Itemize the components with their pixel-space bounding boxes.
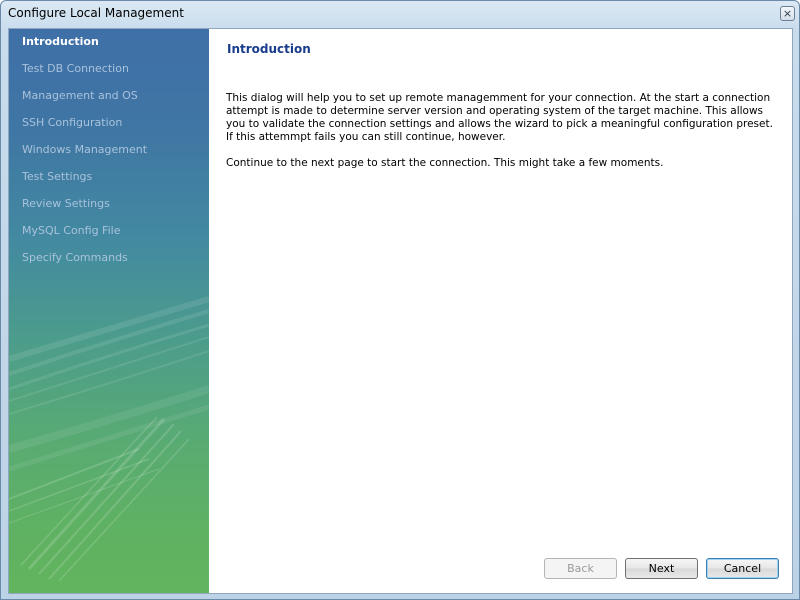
intro-description: This dialog will help you to set up remo… xyxy=(226,92,773,143)
back-button[interactable]: Back xyxy=(544,558,617,579)
sidebar-item-review-settings[interactable]: Review Settings xyxy=(22,197,110,210)
configure-local-management-window: Configure Local Management × Introductio… xyxy=(0,0,800,600)
close-icon[interactable]: × xyxy=(780,6,795,21)
sidebar-decoration xyxy=(9,296,209,582)
sidebar-item-mysql-config-file[interactable]: MySQL Config File xyxy=(22,224,120,237)
sidebar-item-management-and-os[interactable]: Management and OS xyxy=(22,89,138,102)
wizard-sidebar: Introduction Test DB Connection Manageme… xyxy=(9,29,209,593)
next-button[interactable]: Next xyxy=(625,558,698,579)
title-bar: Configure Local Management × xyxy=(1,1,799,27)
page-title: Introduction xyxy=(227,42,311,56)
sidebar-item-ssh-configuration[interactable]: SSH Configuration xyxy=(22,116,122,129)
sidebar-item-specify-commands[interactable]: Specify Commands xyxy=(22,251,128,264)
cancel-button[interactable]: Cancel xyxy=(706,558,779,579)
continue-instruction: Continue to the next page to start the c… xyxy=(226,157,664,169)
sidebar-item-test-db-connection[interactable]: Test DB Connection xyxy=(22,62,129,75)
wizard-content: Introduction This dialog will help you t… xyxy=(209,29,792,593)
sidebar-item-test-settings[interactable]: Test Settings xyxy=(22,170,92,183)
sidebar-item-windows-management[interactable]: Windows Management xyxy=(22,143,147,156)
window-title: Configure Local Management xyxy=(8,6,184,20)
sidebar-item-introduction[interactable]: Introduction xyxy=(22,35,99,48)
dialog-client-area: Introduction Test DB Connection Manageme… xyxy=(8,28,793,594)
